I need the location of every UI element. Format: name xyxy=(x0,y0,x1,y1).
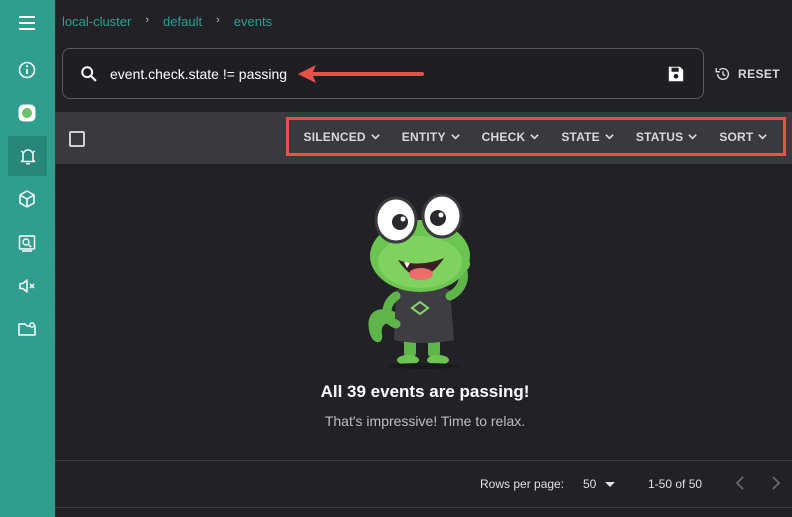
previous-page-button[interactable] xyxy=(733,474,749,492)
status-filter-label: STATUS xyxy=(635,129,684,144)
breadcrumb-separator: › xyxy=(216,14,220,26)
pagination: Rows per page: 50 1-50 of 50 xyxy=(55,461,792,507)
breadcrumb: local-cluster › default › events xyxy=(62,14,272,29)
filter-bar: SILENCED ENTITY CHECK STATE STATUS SORT xyxy=(286,117,786,156)
state-filter-label: STATE xyxy=(561,129,600,144)
rows-per-page-select[interactable]: 50 xyxy=(583,477,616,491)
rows-per-page-value: 50 xyxy=(583,477,597,491)
entity-filter[interactable]: ENTITY xyxy=(402,130,461,144)
folder-settings-icon[interactable] xyxy=(14,316,40,342)
entity-search-icon[interactable] xyxy=(14,230,40,256)
empty-state-subtitle: That's impressive! Time to relax. xyxy=(324,413,526,429)
chevron-down-icon xyxy=(688,134,698,140)
reset-label: RESET xyxy=(738,67,781,81)
save-icon[interactable] xyxy=(667,65,685,83)
bell-icon[interactable] xyxy=(8,136,47,176)
silenced-filter-label: SILENCED xyxy=(303,129,366,144)
breadcrumb-namespace[interactable]: default xyxy=(163,14,202,29)
chevron-down-icon xyxy=(605,134,614,140)
sidebar xyxy=(0,0,55,517)
events-toolbar: SILENCED ENTITY CHECK STATE STATUS SORT xyxy=(55,112,792,164)
page-range: 1-50 of 50 xyxy=(648,477,703,491)
search-icon xyxy=(81,66,97,82)
gecko-mascot-illustration xyxy=(368,194,470,369)
rows-per-page-label: Rows per page: xyxy=(480,477,565,491)
cube-icon[interactable] xyxy=(14,186,40,212)
chevron-down-icon xyxy=(371,134,380,140)
select-all-checkbox[interactable] xyxy=(69,131,85,147)
breadcrumb-cluster[interactable]: local-cluster xyxy=(62,14,131,29)
silenced-filter[interactable]: SILENCED xyxy=(304,130,381,144)
entity-filter-label: ENTITY xyxy=(401,129,446,144)
chevron-down-icon xyxy=(758,134,768,140)
menu-icon[interactable] xyxy=(14,10,40,36)
chevron-down-icon xyxy=(450,134,460,140)
caret-down-icon xyxy=(605,481,616,487)
check-filter[interactable]: CHECK xyxy=(482,130,541,144)
sort-filter[interactable]: SORT xyxy=(719,130,768,144)
divider xyxy=(55,507,792,508)
history-icon xyxy=(715,67,730,81)
info-icon[interactable] xyxy=(14,57,40,83)
status-filter[interactable]: STATUS xyxy=(636,130,698,144)
mute-icon[interactable] xyxy=(14,273,40,299)
chevron-down-icon xyxy=(530,134,540,140)
empty-state: All 39 events are passing! That's impres… xyxy=(55,164,792,460)
empty-state-title: All 39 events are passing! xyxy=(320,382,530,401)
state-filter[interactable]: STATE xyxy=(561,130,615,144)
check-filter-label: CHECK xyxy=(481,129,526,144)
breadcrumb-page[interactable]: events xyxy=(234,14,272,29)
sort-filter-label: SORT xyxy=(719,129,754,144)
reset-button[interactable]: RESET xyxy=(714,64,780,84)
next-page-button[interactable] xyxy=(767,474,783,492)
breadcrumb-separator: › xyxy=(145,14,150,26)
annotation-arrow xyxy=(298,65,424,83)
app-logo-icon[interactable] xyxy=(14,100,40,126)
